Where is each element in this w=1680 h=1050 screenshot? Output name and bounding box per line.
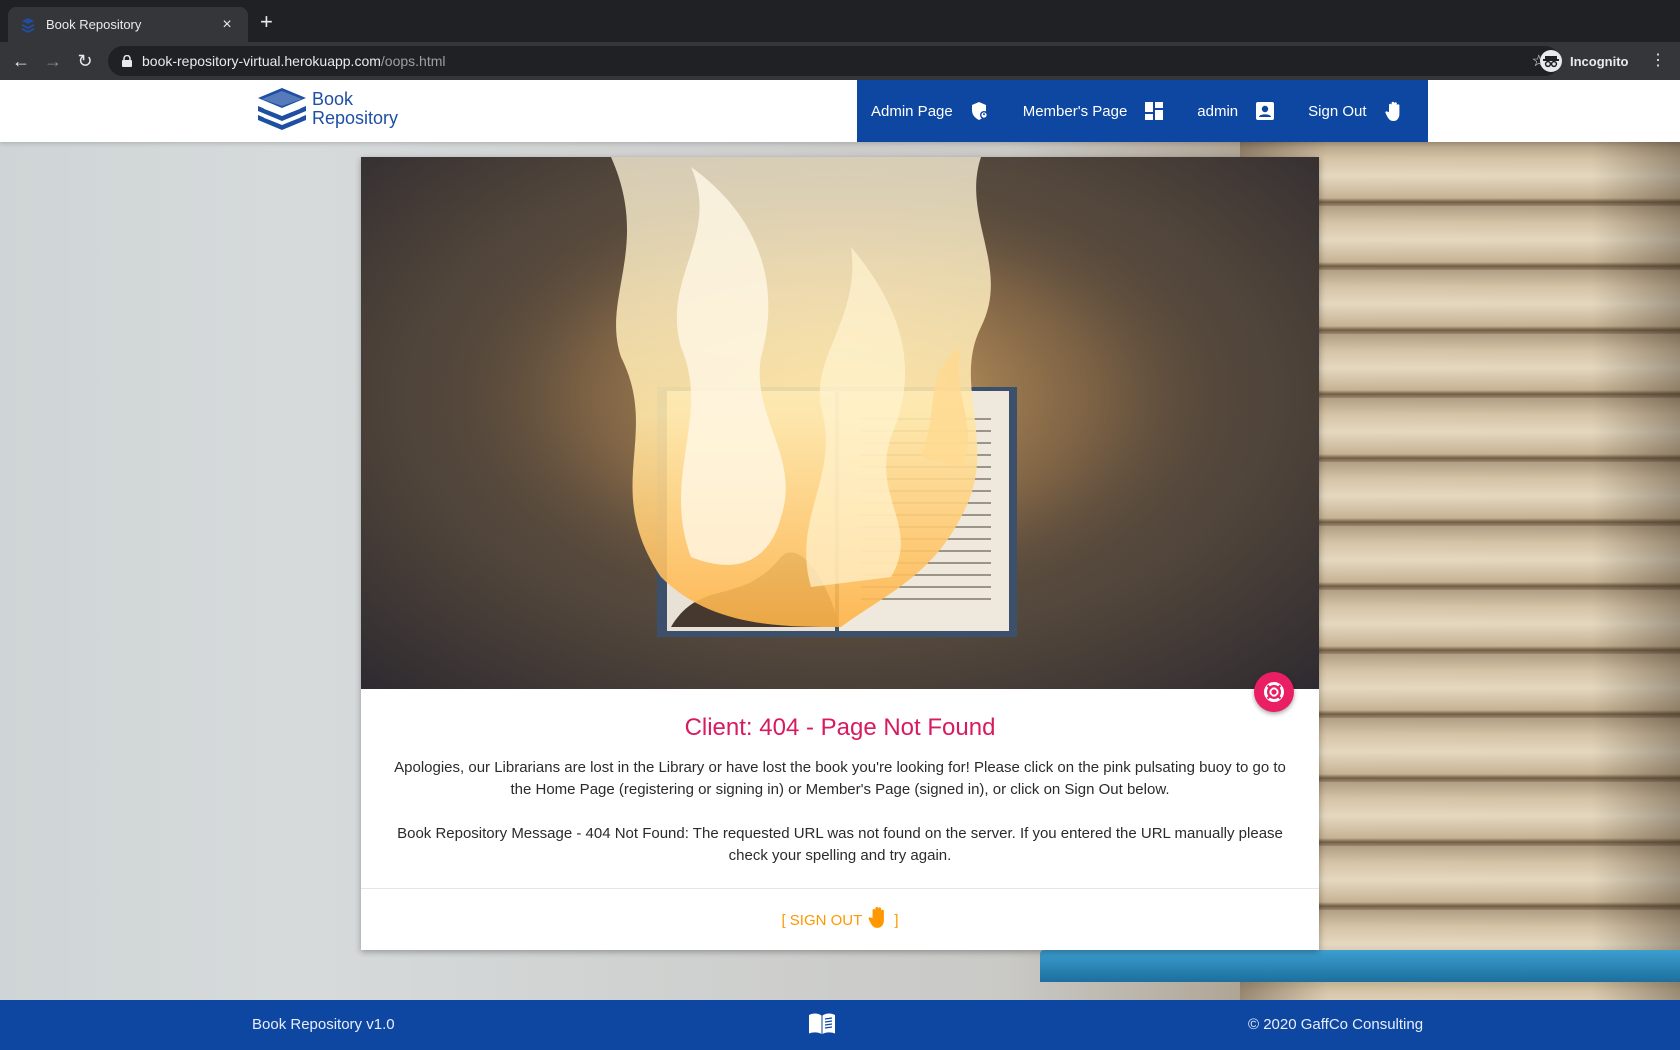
open-book-icon xyxy=(809,1013,835,1034)
error-title: Client: 404 - Page Not Found xyxy=(684,714,996,741)
lock-icon xyxy=(122,55,132,67)
incognito-profile[interactable]: Incognito xyxy=(1540,47,1629,75)
card-divider xyxy=(361,888,1319,889)
logo-line-2: Repository xyxy=(312,108,399,128)
browser-tab[interactable]: Book Repository × xyxy=(8,7,248,42)
book-stack-logo-icon xyxy=(258,88,306,130)
nav-members-page[interactable]: Member's Page xyxy=(1023,100,1166,122)
url-host: book-repository-virtual.herokuapp.com xyxy=(142,53,381,69)
browser-tab-bar: Book Repository × + xyxy=(0,0,1680,42)
site-navbar: Book Repository Admin Page Member's Page xyxy=(0,80,1680,142)
browser-menu-icon[interactable]: ⋮ xyxy=(1650,50,1666,72)
life-buoy-icon xyxy=(1264,682,1284,702)
burning-book-illustration xyxy=(361,157,1319,689)
dashboard-icon xyxy=(1145,102,1164,120)
site-logo[interactable]: Book Repository xyxy=(254,84,398,134)
tab-close-icon[interactable]: × xyxy=(218,16,236,34)
nav-admin-user[interactable]: admin xyxy=(1197,100,1276,122)
nav-sign-out[interactable]: Sign Out xyxy=(1308,100,1404,122)
nav-admin-user-label: admin xyxy=(1197,102,1239,120)
error-server-message: Book Repository Message - 404 Not Found:… xyxy=(397,825,1283,864)
nav-admin-page[interactable]: Admin Page xyxy=(871,100,991,122)
address-bar[interactable]: book-repository-virtual.herokuapp.com/oo… xyxy=(108,46,1560,76)
incognito-label: Incognito xyxy=(1570,53,1629,69)
new-tab-button[interactable]: + xyxy=(260,10,273,34)
hand-icon xyxy=(1384,101,1399,121)
sign-out-link[interactable]: [ SIGN OUT ] xyxy=(361,905,1319,929)
burning-book-image xyxy=(361,157,1319,689)
nav-members-page-label: Member's Page xyxy=(1022,102,1128,120)
incognito-icon xyxy=(1540,50,1562,72)
error-apology-text: Apologies, our Librarians are lost in th… xyxy=(394,759,1286,798)
life-buoy-button[interactable] xyxy=(1254,672,1294,712)
browser-toolbar: ← → ↻ book-repository-virtual.herokuapp.… xyxy=(0,42,1680,80)
sign-out-link-close: ] xyxy=(894,912,899,929)
book-stack-favicon-icon xyxy=(22,17,34,33)
logo-line-1: Book xyxy=(312,89,354,109)
tab-title: Book Repository xyxy=(46,17,142,32)
nav-menu: Admin Page Member's Page admin Sign Out xyxy=(857,80,1428,142)
nav-sign-out-label: Sign Out xyxy=(1308,102,1367,120)
footer-version: Book Repository v1.0 xyxy=(252,1016,395,1033)
blue-book-background xyxy=(1040,950,1680,982)
reload-icon[interactable]: ↻ xyxy=(74,50,96,72)
hand-icon xyxy=(868,906,885,928)
error-card: Client: 404 - Page Not Found Apologies, … xyxy=(361,157,1319,950)
footer-copyright: © 2020 GaffCo Consulting xyxy=(1248,1016,1424,1033)
sign-out-link-label: [ SIGN OUT xyxy=(781,912,863,929)
nav-admin-page-label: Admin Page xyxy=(871,102,953,120)
site-footer: Book Repository v1.0 © 2020 GaffCo Consu… xyxy=(0,1000,1680,1050)
account-box-icon xyxy=(1256,102,1275,120)
admin-shield-icon xyxy=(971,102,988,120)
logo-text: Book Repository xyxy=(312,90,398,128)
back-arrow-icon[interactable]: ← xyxy=(10,50,32,72)
web-page: Book Repository Admin Page Member's Page xyxy=(0,80,1680,1050)
url-path: /oops.html xyxy=(380,53,446,69)
forward-arrow-icon[interactable]: → xyxy=(42,50,64,72)
